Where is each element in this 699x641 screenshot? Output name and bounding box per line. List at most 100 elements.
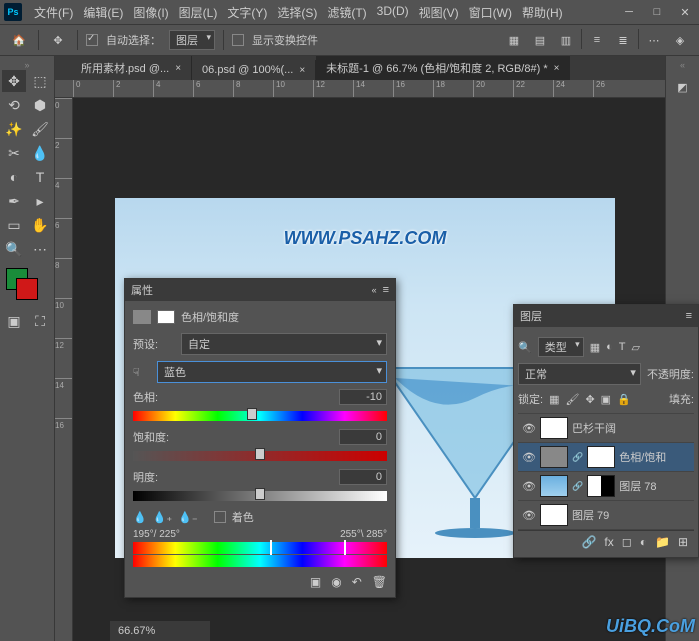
screenmode-tool[interactable]: ⛶ [28,310,52,332]
menu-image[interactable]: 图像(I) [129,2,172,23]
heal-tool[interactable]: ◐ [2,166,26,188]
delete-icon[interactable]: 🗑 [372,575,387,589]
mask-icon[interactable]: ◻ [622,535,632,549]
properties-panel[interactable]: 属性 « ≡ 色相/饱和度 预设: 自定 ☟ 蓝色 色相: -10 饱和度: 0… [124,278,396,598]
panel-icon[interactable]: ◩ [672,76,694,98]
hue-slider[interactable] [133,411,387,421]
layer-row[interactable]: 👁 🔗 图层 78 [518,472,694,501]
reset-icon[interactable]: ↶ [352,575,362,589]
menu-edit[interactable]: 编辑(E) [79,2,127,23]
move-tool-icon[interactable]: ✥ [47,29,69,51]
auto-select-target[interactable]: 图层 [169,30,215,50]
new-layer-icon[interactable]: ⊞ [678,535,688,549]
eyedropper-plus-icon[interactable]: 💧₊ [153,511,173,524]
path-select-tool[interactable]: ▸ [28,190,52,212]
maximize-button[interactable]: □ [647,4,667,20]
layers-panel[interactable]: 图层 ≡ 🔍 类型 ▦ ◐ T ▱ 正常 不透明度: 锁定: ▦ 🖌 ✥ ▣ 🔒… [513,304,699,558]
lock-all-icon[interactable]: 🔒 [617,393,631,406]
tab-1[interactable]: 06.psd @ 100%(...× [192,60,316,80]
layer-row[interactable]: 👁 图层 79 [518,501,694,530]
lock-paint-icon[interactable]: 🖌 [565,393,579,406]
target-adjust-icon[interactable]: ☟ [133,366,151,379]
move-tool[interactable]: ✥ [2,70,26,92]
crop-tool[interactable]: ✂ [2,142,26,164]
pen-tool[interactable]: ✒ [2,190,26,212]
auto-select-checkbox[interactable] [86,34,98,46]
visibility-icon[interactable]: 👁 [522,480,536,493]
brush-tool[interactable]: 🖌 [28,118,52,140]
close-button[interactable]: ✕ [675,4,695,20]
3d-icon[interactable]: ◈ [669,29,691,51]
lock-trans-icon[interactable]: ▦ [549,393,559,406]
eyedropper-minus-icon[interactable]: 💧₋ [178,511,198,524]
lock-move-icon[interactable]: ✥ [585,393,594,406]
align-icon[interactable]: ▦ [503,29,525,51]
visibility-icon[interactable]: 👁 [522,509,536,522]
panel-menu-icon[interactable]: ≡ [383,284,389,296]
mask-icon[interactable] [157,310,175,324]
fx-icon[interactable]: fx [604,535,613,549]
hue-range-bar[interactable] [133,542,387,554]
hue-value[interactable]: -10 [339,389,387,405]
filter-pixel-icon[interactable]: ▦ [590,341,600,354]
menu-layer[interactable]: 图层(L) [175,2,222,23]
lock-artboard-icon[interactable]: ▣ [601,393,611,406]
preset-select[interactable]: 自定 [181,333,387,355]
marquee-tool[interactable]: ⬚ [28,70,52,92]
quick-select-tool[interactable]: ⬢ [28,94,52,116]
menu-window[interactable]: 窗口(W) [465,2,516,23]
minimize-button[interactable]: ─ [619,4,639,20]
close-icon[interactable]: × [554,63,560,74]
background-color[interactable] [16,278,38,300]
zoom-tool[interactable]: 🔍 [2,238,26,260]
more-icon[interactable]: ⋯ [643,29,665,51]
menu-3d[interactable]: 3D(D) [373,2,413,23]
hand-tool[interactable]: ✋ [28,214,52,236]
menu-help[interactable]: 帮助(H) [518,2,567,23]
align-icon-2[interactable]: ▤ [529,29,551,51]
link-icon[interactable]: 🔗 [581,535,596,549]
layer-row[interactable]: 👁 🔗 色相/饱和 [518,443,694,472]
clip-icon[interactable]: ▣ [310,575,321,589]
tab-2[interactable]: 未标题-1 @ 66.7% (色相/饱和度 2, RGB/8#) *× [316,56,570,80]
saturation-value[interactable]: 0 [339,429,387,445]
type-tool[interactable]: T [28,166,52,188]
quickmask-tool[interactable]: ▣ [2,310,26,332]
menu-file[interactable]: 文件(F) [30,2,77,23]
eyedropper-tool[interactable]: 💧 [28,142,52,164]
zoom-level[interactable]: 66.67% [110,621,210,641]
saturation-slider[interactable] [133,451,387,461]
lightness-value[interactable]: 0 [339,469,387,485]
visibility-icon[interactable]: 👁 [522,451,536,464]
blend-mode-select[interactable]: 正常 [518,363,641,385]
magic-wand-tool[interactable]: ✨ [2,118,26,140]
channel-select[interactable]: 蓝色 [157,361,387,383]
filter-type-icon[interactable]: T [619,341,626,353]
menu-filter[interactable]: 滤镜(T) [323,2,370,23]
filter-adj-icon[interactable]: ◐ [606,341,613,353]
visibility-icon[interactable]: 👁 [522,422,536,435]
adjustment-layer-icon[interactable]: ◐ [640,535,647,549]
distribute-icon-2[interactable]: ≣ [612,29,634,51]
show-transform-checkbox[interactable] [232,34,244,46]
edit-toolbar[interactable]: ⋯ [28,238,52,260]
eyedropper-icon[interactable]: 💧 [133,511,147,524]
filter-type-select[interactable]: 类型 [538,337,584,357]
lightness-slider[interactable] [133,491,387,501]
home-icon[interactable]: 🏠 [8,29,30,51]
menu-select[interactable]: 选择(S) [273,2,321,23]
panel-menu-icon[interactable]: ≡ [686,310,692,322]
filter-shape-icon[interactable]: ▱ [632,341,640,354]
close-icon[interactable]: × [299,65,305,76]
view-prev-icon[interactable]: ◉ [331,575,341,589]
distribute-icon[interactable]: ≡ [586,29,608,51]
group-icon[interactable]: 📁 [655,535,670,549]
colorize-checkbox[interactable] [214,511,226,523]
close-icon[interactable]: × [175,63,181,74]
align-icon-3[interactable]: ▥ [555,29,577,51]
shape-tool[interactable]: ▭ [2,214,26,236]
menu-type[interactable]: 文字(Y) [223,2,271,23]
collapse-icon[interactable]: « [372,285,377,295]
layer-row[interactable]: 👁 巴杉干阔 [518,414,694,443]
tab-0[interactable]: 所用素材.psd @...× [71,56,192,80]
